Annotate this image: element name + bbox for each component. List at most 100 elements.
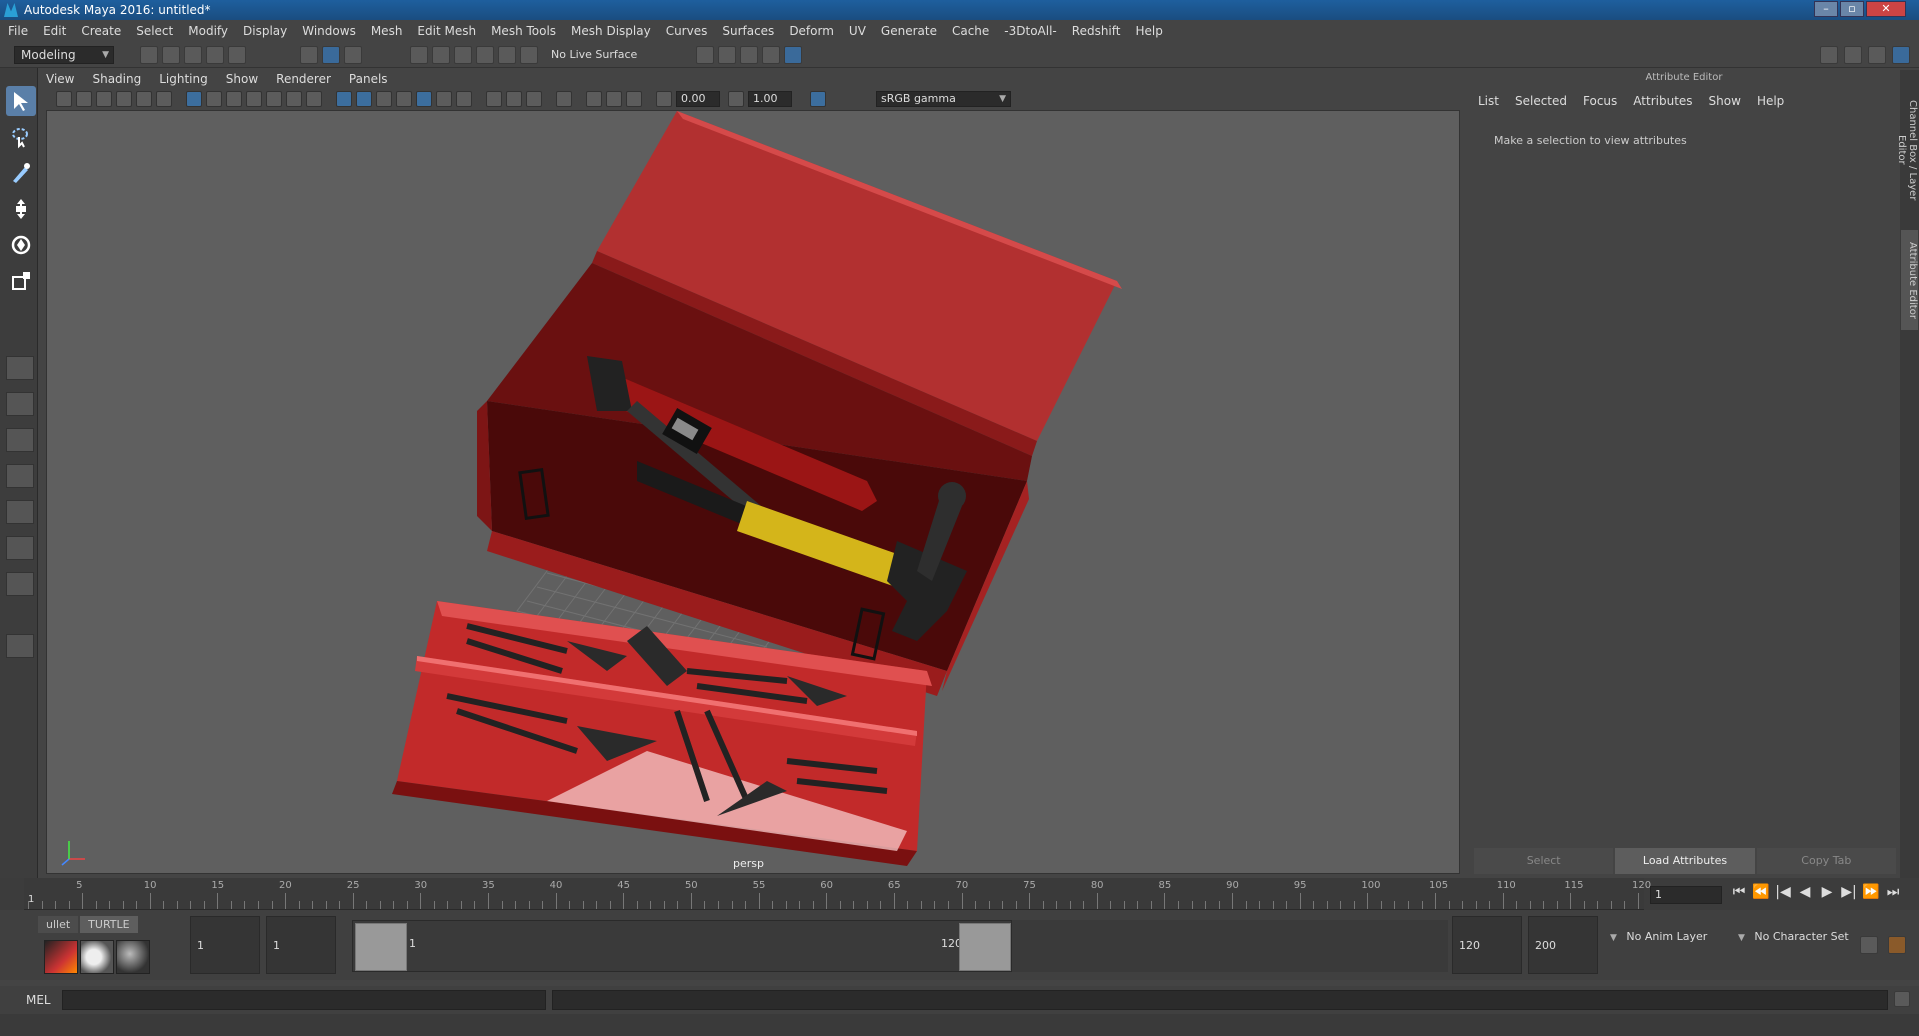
film-gate-icon[interactable]	[206, 91, 222, 107]
select-object-icon[interactable]	[322, 46, 340, 64]
menu-3dtoall[interactable]: -3DtoAll-	[1004, 24, 1056, 38]
screen-space-ao-icon[interactable]	[456, 91, 472, 107]
step-back-key-button[interactable]: ⏪	[1750, 884, 1772, 900]
animation-end-field[interactable]: 200	[1528, 916, 1598, 974]
outliner-persp-layout-button[interactable]	[6, 536, 34, 560]
menu-select[interactable]: Select	[136, 24, 173, 38]
menu-create[interactable]: Create	[81, 24, 121, 38]
range-start-handle[interactable]	[355, 923, 407, 971]
attr-menu-attributes[interactable]: Attributes	[1633, 94, 1692, 108]
image-plane-icon[interactable]	[116, 91, 132, 107]
maximize-button[interactable]: ▫	[1840, 1, 1864, 17]
go-to-start-button[interactable]: ⏮	[1728, 884, 1750, 900]
camera-attributes-icon[interactable]	[76, 91, 92, 107]
paint-select-tool[interactable]	[6, 158, 36, 188]
view-transform-select[interactable]: sRGB gamma ▼	[876, 91, 1011, 107]
playback-end-field[interactable]: 120	[1452, 916, 1522, 974]
camera-select-icon[interactable]	[56, 91, 72, 107]
attr-menu-show[interactable]: Show	[1709, 94, 1741, 108]
wireframe-icon[interactable]	[336, 91, 352, 107]
textured-icon[interactable]	[396, 91, 412, 107]
snap-point-icon[interactable]	[454, 46, 472, 64]
perspective-viewport[interactable]: persp	[46, 110, 1460, 874]
menu-cache[interactable]: Cache	[952, 24, 989, 38]
load-attributes-button[interactable]: Load Attributes	[1615, 848, 1755, 874]
anim-layer-select[interactable]: ▼ No Anim Layer	[1604, 930, 1707, 943]
safe-title-icon[interactable]	[306, 91, 322, 107]
grease-pencil-icon[interactable]	[156, 91, 172, 107]
depth-of-field-icon[interactable]	[526, 91, 542, 107]
menu-mesh-display[interactable]: Mesh Display	[571, 24, 651, 38]
select-hierarchy-icon[interactable]	[300, 46, 318, 64]
new-scene-icon[interactable]	[140, 46, 158, 64]
bookmark-icon[interactable]	[96, 91, 112, 107]
undo-icon[interactable]	[206, 46, 224, 64]
menu-set-select[interactable]: Modeling ▼	[14, 46, 114, 64]
menu-modify[interactable]: Modify	[188, 24, 228, 38]
lasso-tool[interactable]	[6, 122, 36, 152]
animation-preferences-icon[interactable]	[1888, 936, 1906, 954]
select-component-icon[interactable]	[344, 46, 362, 64]
field-chart-icon[interactable]	[266, 91, 282, 107]
menu-display[interactable]: Display	[243, 24, 287, 38]
attribute-editor-toggle-icon[interactable]	[1844, 46, 1862, 64]
menu-help[interactable]: Help	[1135, 24, 1162, 38]
menu-curves[interactable]: Curves	[666, 24, 708, 38]
render-frame-icon[interactable]	[718, 46, 736, 64]
grid-toggle-icon[interactable]	[186, 91, 202, 107]
tab-attribute-editor[interactable]: Attribute Editor	[1901, 230, 1918, 330]
character-set-select[interactable]: ▼ No Character Set	[1732, 930, 1849, 943]
bake-icon[interactable]	[44, 940, 78, 974]
smooth-shade-icon[interactable]	[356, 91, 372, 107]
material-icon[interactable]	[80, 940, 114, 974]
isolate-select-icon[interactable]	[556, 91, 572, 107]
snap-grid-icon[interactable]	[410, 46, 428, 64]
panel-menu-panels[interactable]: Panels	[349, 72, 388, 86]
2d-pan-zoom-icon[interactable]	[136, 91, 152, 107]
panel-menu-renderer[interactable]: Renderer	[276, 72, 331, 86]
open-scene-icon[interactable]	[162, 46, 180, 64]
snap-live-icon[interactable]	[498, 46, 516, 64]
panel-menu-view[interactable]: View	[46, 72, 74, 86]
menu-edit[interactable]: Edit	[43, 24, 66, 38]
scale-tool[interactable]	[6, 266, 36, 296]
menu-windows[interactable]: Windows	[302, 24, 356, 38]
layout-options-button[interactable]	[6, 634, 34, 658]
menu-edit-mesh[interactable]: Edit Mesh	[417, 24, 476, 38]
playback-range-slider[interactable]: 1 120	[352, 920, 1012, 972]
time-slider[interactable]: 5 10 15 20 25 30 35 40 45 50 55 60 65 70 75 80 85 90 95 100…	[0, 878, 1919, 910]
animation-start-field[interactable]: 1	[190, 916, 260, 974]
range-end-handle[interactable]	[959, 923, 1011, 971]
shelf-tab-turtle[interactable]: TURTLE	[80, 916, 138, 933]
persp-hypershade-layout-button[interactable]	[6, 500, 34, 524]
script-editor-icon[interactable]	[1894, 991, 1910, 1007]
step-forward-key-button[interactable]: ⏩	[1860, 884, 1882, 900]
redo-icon[interactable]	[228, 46, 246, 64]
render-settings-icon[interactable]	[762, 46, 780, 64]
snap-view-plane-icon[interactable]	[476, 46, 494, 64]
render-view-icon[interactable]	[696, 46, 714, 64]
hypershade-icon[interactable]	[784, 46, 802, 64]
wireframe-on-shaded-icon[interactable]	[376, 91, 392, 107]
gamma-field[interactable]: 1.00	[748, 91, 792, 107]
menu-deform[interactable]: Deform	[789, 24, 834, 38]
attr-menu-focus[interactable]: Focus	[1583, 94, 1617, 108]
select-tool[interactable]	[6, 86, 36, 116]
play-backward-button[interactable]: ◀	[1794, 884, 1816, 900]
safe-action-icon[interactable]	[286, 91, 302, 107]
color-management-icon[interactable]	[810, 91, 826, 107]
use-all-lights-icon[interactable]	[416, 91, 432, 107]
auto-key-icon[interactable]	[1860, 936, 1878, 954]
xray-icon[interactable]	[586, 91, 602, 107]
command-language-label[interactable]: MEL	[26, 993, 51, 1007]
time-ruler[interactable]: 5 10 15 20 25 30 35 40 45 50 55 60 65 70 75 80 85 90 95 100…	[24, 878, 1651, 910]
tab-channel-box[interactable]: Channel Box / Layer Editor	[1896, 80, 1918, 220]
rotate-tool[interactable]	[6, 230, 36, 260]
motion-blur-icon[interactable]	[486, 91, 502, 107]
menu-file[interactable]: File	[8, 24, 28, 38]
gamma-icon[interactable]	[728, 91, 744, 107]
menu-surfaces[interactable]: Surfaces	[722, 24, 774, 38]
persp-outliner-layout-button[interactable]	[6, 428, 34, 452]
persp-uv-layout-button[interactable]	[6, 572, 34, 596]
copy-tab-button[interactable]: Copy Tab	[1756, 848, 1896, 874]
